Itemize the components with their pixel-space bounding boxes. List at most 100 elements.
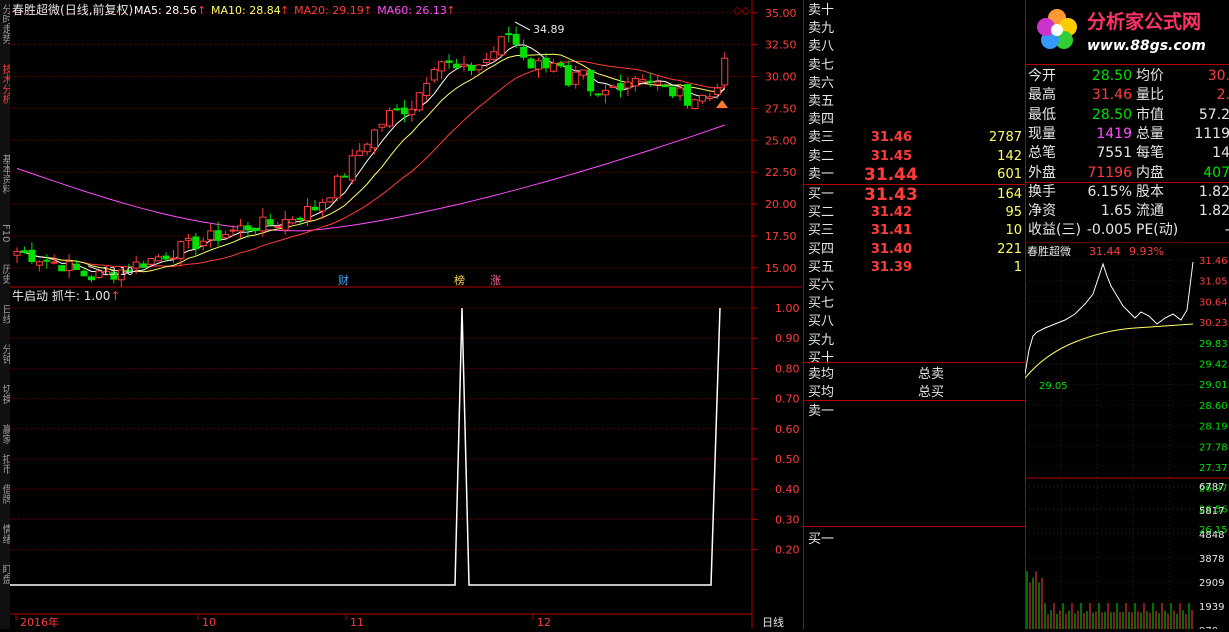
- sidebar-tab-8[interactable]: 赢家: [0, 424, 10, 448]
- sidebar-tab-1[interactable]: 技术分析: [0, 64, 10, 148]
- stat-key: 内盘: [1136, 164, 1164, 181]
- stat-key: 今开: [1028, 68, 1056, 84]
- candle[interactable]: [333, 173, 341, 202]
- stat-value: 1119: [1194, 125, 1229, 142]
- ask-row[interactable]: 卖六: [808, 75, 1022, 93]
- sidebar-tab-11[interactable]: 情绪: [0, 524, 10, 558]
- kline-chart-svg[interactable]: 35.00 32.50 30.00 27.50 25.00 22.50 20.00 17.50…: [10, 0, 802, 629]
- order-price: 31.41: [870, 223, 912, 239]
- ask-row[interactable]: 卖五: [808, 93, 1022, 111]
- mini-vol-tick-3: 3878: [1199, 554, 1224, 565]
- event-marker-limit-up[interactable]: 涨: [490, 274, 501, 287]
- order-volume: 601: [997, 166, 1022, 182]
- bid-row[interactable]: 买六: [808, 277, 1022, 295]
- candle[interactable]: [527, 56, 535, 69]
- mini-vol-tick-2: 4848: [1199, 530, 1224, 541]
- ask-row[interactable]: 卖十: [808, 2, 1022, 20]
- order-label: 卖二: [808, 148, 835, 164]
- time-label-0: 2016年: [20, 615, 59, 629]
- stat-key: 最高: [1028, 87, 1056, 104]
- order-price: 31.44: [864, 164, 918, 185]
- sidebar-tab-6[interactable]: 分钟: [0, 344, 10, 378]
- stat-row: 换手 6.15% 股本 1.82: [1028, 183, 1229, 202]
- ask-row[interactable]: 卖八: [808, 38, 1022, 56]
- candle[interactable]: [386, 107, 393, 129]
- indicator-tick-1: 0.90: [775, 332, 800, 345]
- sidebar-tab-4[interactable]: 历史: [0, 264, 10, 298]
- indicator-tick-0: 1.00: [775, 302, 800, 315]
- sidebar-tab-3[interactable]: F10: [0, 224, 10, 258]
- order-volume: 221: [997, 241, 1022, 257]
- bid-row[interactable]: 买七: [808, 295, 1022, 313]
- indicator-tick-6: 0.40: [775, 483, 800, 496]
- stat-value: 1.82: [1198, 203, 1229, 220]
- indicator-tick-2: 0.80: [775, 362, 800, 375]
- order-label: 买六: [808, 278, 835, 293]
- price-tick-1: 32.50: [765, 39, 797, 52]
- kline-chart-area[interactable]: 35.00 32.50 30.00 27.50 25.00 22.50 20.00 17.50…: [10, 0, 802, 629]
- mini-price-tick-8: 28.19: [1199, 422, 1228, 433]
- order-label: 买二: [808, 205, 835, 221]
- bid-row[interactable]: 买五 31.39 1: [808, 259, 1022, 277]
- ask-row[interactable]: 卖四: [808, 111, 1022, 129]
- indicator-tick-5: 0.50: [775, 453, 800, 466]
- mini-open-marker: 29.05: [1039, 381, 1068, 392]
- ask-avg-label: 卖均: [808, 367, 835, 382]
- stat-key: 现量: [1028, 125, 1056, 142]
- ask-row[interactable]: 卖九: [808, 20, 1022, 38]
- stat-value: 1419: [1096, 125, 1132, 142]
- low-price-marker: 13.10: [102, 265, 134, 278]
- sidebar-tab-7[interactable]: 切换: [0, 384, 10, 418]
- intraday-mini-chart[interactable]: 春胜超微 31.44 9.93% 29.05 31.46 31.05 30.64 30…: [1024, 241, 1229, 632]
- stat-key: 股本: [1136, 183, 1164, 200]
- bid-avg-label: 买均: [808, 385, 835, 400]
- sidebar-tab-10[interactable]: 借牌: [0, 484, 10, 518]
- event-marker-ranking[interactable]: 榜: [454, 273, 465, 287]
- ask-row[interactable]: 卖二 31.45 142: [808, 148, 1022, 166]
- stat-key: 均价: [1136, 68, 1164, 84]
- candle[interactable]: [147, 257, 155, 266]
- sidebar-tab-2[interactable]: 基本资料: [0, 154, 10, 218]
- mini-price-tick-9: 27.78: [1199, 442, 1228, 453]
- order-label: 卖五: [808, 94, 835, 109]
- bid-row[interactable]: 买九: [808, 332, 1022, 350]
- stat-row: 外盘 71196 内盘 407: [1028, 164, 1229, 183]
- stat-row: 收益(三)-0.005PE(动)-: [1028, 221, 1229, 240]
- bid-row[interactable]: 买二 31.42 95: [808, 204, 1022, 222]
- mini-price-tick-4: 29.83: [1199, 339, 1228, 350]
- order-label: 买四: [808, 241, 835, 257]
- bid-row[interactable]: 买一 31.43 164: [808, 186, 1022, 204]
- ask-row[interactable]: 卖一 31.44 601: [808, 166, 1022, 184]
- stat-value: 2.: [1216, 87, 1229, 104]
- candle[interactable]: [497, 35, 505, 59]
- order-label: 卖九: [808, 21, 835, 37]
- sidebar-tab-5[interactable]: 日线: [0, 304, 10, 338]
- ask-row[interactable]: 卖七: [808, 57, 1022, 75]
- stat-key: 换手: [1028, 183, 1056, 200]
- stat-row: 现量 1419 总量 1119: [1028, 125, 1229, 144]
- candle[interactable]: [58, 264, 66, 272]
- mini-price-tick-7: 28.60: [1199, 401, 1228, 412]
- bid-row[interactable]: 买四 31.40 221: [808, 241, 1022, 259]
- ask-row[interactable]: 卖三 31.46 2787: [808, 129, 1022, 147]
- bid-row[interactable]: 买十: [808, 350, 1022, 368]
- sidebar-tab-12[interactable]: 盯盘: [0, 564, 10, 598]
- stat-key: 每笔: [1136, 145, 1164, 162]
- bid-row[interactable]: 买三 31.41 10: [808, 222, 1022, 240]
- order-label: 卖七: [808, 57, 835, 73]
- candle[interactable]: [691, 98, 699, 110]
- stat-key: 量比: [1136, 87, 1164, 104]
- candle[interactable]: [415, 91, 423, 112]
- bid-row[interactable]: 买八: [808, 313, 1022, 331]
- stat-value: 407: [1203, 164, 1229, 181]
- order-price: 31.46: [870, 130, 912, 146]
- candle[interactable]: [684, 83, 691, 109]
- sidebar-tab-9[interactable]: 扣币: [0, 454, 10, 478]
- chart-option-icon[interactable]: ◇◇: [733, 4, 750, 17]
- period-mode-label[interactable]: 日线: [762, 615, 784, 629]
- mini-price-tick-2: 30.64: [1199, 297, 1228, 308]
- site-logo: 分析家公式网 www.88gs.com: [1027, 2, 1229, 60]
- sidebar-tab-0[interactable]: 分时走势: [0, 4, 10, 58]
- event-marker-finance[interactable]: 财: [338, 273, 349, 287]
- mini-price-tick-10: 27.37: [1199, 463, 1228, 474]
